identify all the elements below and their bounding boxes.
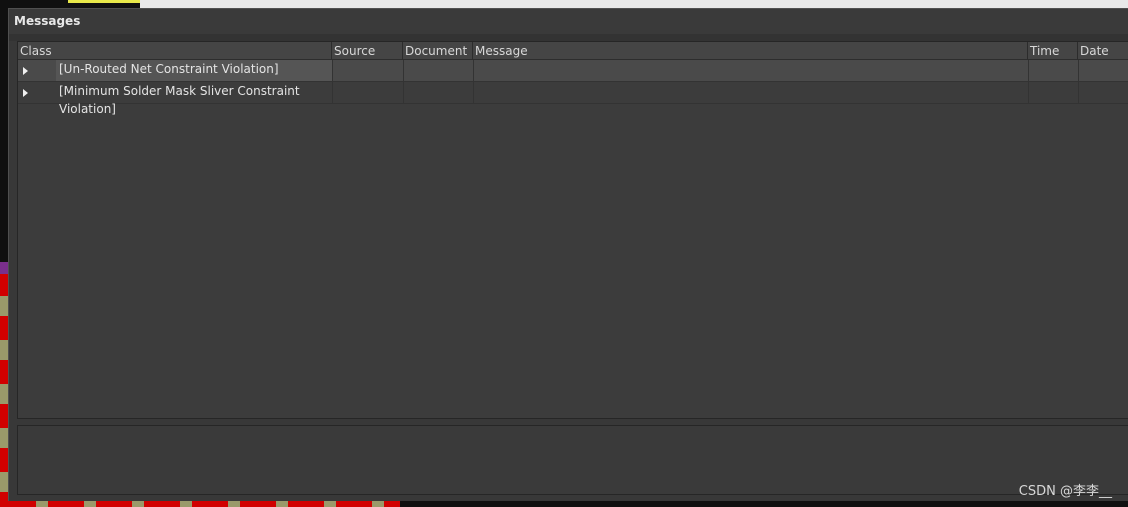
table-row[interactable]: [Un-Routed Net Constraint Violation] <box>18 60 1128 82</box>
column-header-message[interactable]: Message <box>473 42 1028 60</box>
messages-grid[interactable]: Class Source Document Message Time Date … <box>17 41 1128 419</box>
screen: Messages Class Source Document Message T… <box>0 0 1128 507</box>
message-detail-pane <box>17 425 1128 495</box>
table-row[interactable]: [Minimum Solder Mask Sliver Constraint V… <box>18 82 1128 116</box>
column-header-class[interactable]: Class <box>18 42 332 60</box>
title-separator <box>9 34 1128 41</box>
column-header-date[interactable]: Date <box>1078 42 1128 60</box>
panel-title: Messages <box>9 9 1128 34</box>
background-strip <box>140 0 1128 8</box>
pcb-background-left <box>0 262 8 507</box>
column-header-time[interactable]: Time <box>1028 42 1078 60</box>
column-header-document[interactable]: Document <box>403 42 473 60</box>
messages-panel: Messages Class Source Document Message T… <box>8 8 1128 501</box>
background-highlight <box>68 0 140 3</box>
row-class-label: [Minimum Solder Mask Sliver Constraint V… <box>59 84 300 116</box>
column-header-source[interactable]: Source <box>332 42 403 60</box>
pcb-background-bottom <box>0 500 400 507</box>
row-class-label: [Un-Routed Net Constraint Violation] <box>56 60 332 81</box>
expand-arrow-icon[interactable] <box>23 89 28 97</box>
grid-header: Class Source Document Message Time Date <box>18 42 1128 60</box>
expand-arrow-icon[interactable] <box>23 67 28 75</box>
watermark: CSDN @李李__ <box>1018 484 1112 499</box>
